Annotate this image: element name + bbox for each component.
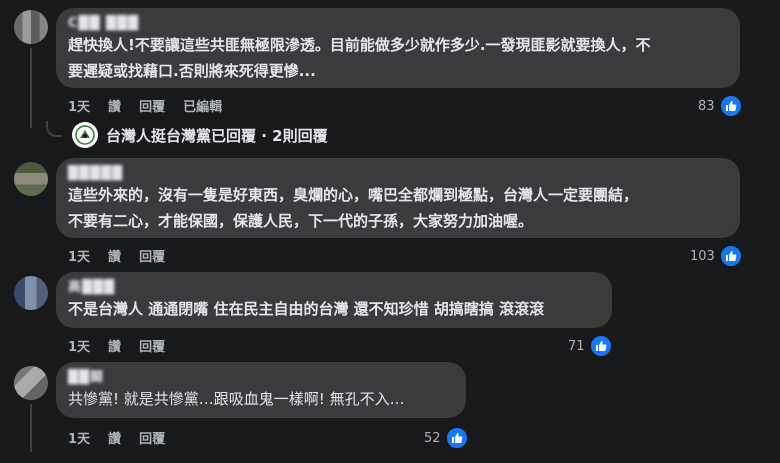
timestamp[interactable]: 1天 xyxy=(68,246,90,265)
thread-line xyxy=(30,404,32,452)
timestamp[interactable]: 1天 xyxy=(68,428,90,447)
comment-text: 這些外來的，沒有一隻是好東西，臭爛的心，嘴巴全都爛到極點，台灣人一定要團結， 不… xyxy=(68,186,639,230)
comment-bubble: 高███ 不是台灣人 通通閉嘴 住在民主自由的台灣 還不知珍惜 胡搞瞎搞 滾滾滾 xyxy=(56,272,612,328)
thumbs-up-icon xyxy=(718,94,743,118)
reaction-count[interactable]: 52 xyxy=(424,426,469,450)
comment-text: 趕快換人!不要讓這些共匪無極限滲透。目前能做多少就作多少.一發現匪影就要換人，不… xyxy=(68,36,651,80)
comment-author[interactable]: 高███ xyxy=(68,280,600,296)
comment-bubble: ██闘 共慘黨! 就是共慘黨…跟吸血鬼一樣啊! 無孔不入… xyxy=(56,362,466,418)
reaction-count[interactable]: 71 xyxy=(568,334,613,358)
comment-bubble: █████ 這些外來的，沒有一隻是好東西，臭爛的心，嘴巴全都爛到極點，台灣人一定… xyxy=(56,158,740,238)
comment-actions: 1天 讚 回覆 xyxy=(68,246,165,265)
timestamp[interactable]: 1天 xyxy=(68,96,90,115)
comment-author[interactable]: ██闘 xyxy=(68,370,454,386)
avatar[interactable] xyxy=(14,276,48,310)
comment-author[interactable]: █████ xyxy=(68,166,728,182)
edited-label[interactable]: 已編輯 xyxy=(183,96,222,115)
thread-connector xyxy=(46,121,62,137)
comment-actions: 1天 讚 回覆 xyxy=(68,428,165,447)
thumbs-up-icon xyxy=(718,244,743,268)
avatar[interactable] xyxy=(14,162,48,196)
reaction-count[interactable]: 83 xyxy=(698,94,743,118)
reply-button[interactable]: 回覆 xyxy=(139,336,165,355)
reaction-count[interactable]: 103 xyxy=(690,244,743,268)
reply-button[interactable]: 回覆 xyxy=(139,96,165,115)
comment-text: 共慘黨! 就是共慘黨…跟吸血鬼一樣啊! 無孔不入… xyxy=(68,390,405,408)
thread-line xyxy=(30,48,32,128)
avatar[interactable] xyxy=(14,366,48,400)
comment-actions: 1天 讚 回覆 xyxy=(68,336,165,355)
comment-author[interactable]: C██ ███ xyxy=(68,16,728,32)
reply-summary-text[interactable]: 台灣人挺台灣黨已回覆 · 2則回覆 xyxy=(106,125,328,146)
comment-text: 不是台灣人 通通閉嘴 住在民主自由的台灣 還不知珍惜 胡搞瞎搞 滾滾滾 xyxy=(68,300,545,318)
avatar[interactable] xyxy=(14,10,48,44)
reply-button[interactable]: 回覆 xyxy=(139,246,165,265)
like-button[interactable]: 讚 xyxy=(108,96,121,115)
reply-button[interactable]: 回覆 xyxy=(139,428,165,447)
timestamp[interactable]: 1天 xyxy=(68,336,90,355)
like-button[interactable]: 讚 xyxy=(108,428,121,447)
like-count: 52 xyxy=(424,430,441,446)
like-count: 83 xyxy=(698,98,715,114)
like-count: 71 xyxy=(568,338,585,354)
like-button[interactable]: 讚 xyxy=(108,246,121,265)
like-button[interactable]: 讚 xyxy=(108,336,121,355)
view-replies-link[interactable]: 台灣人挺台灣黨已回覆 · 2則回覆 xyxy=(46,121,328,148)
comment-bubble: C██ ███ 趕快換人!不要讓這些共匪無極限滲透。目前能做多少就作多少.一發現… xyxy=(56,8,740,88)
comment-actions: 1天 讚 回覆 已編輯 xyxy=(68,96,222,115)
reply-avatar xyxy=(72,122,98,148)
thumbs-up-icon xyxy=(444,426,469,450)
like-count: 103 xyxy=(690,248,715,264)
thumbs-up-icon xyxy=(588,334,613,358)
